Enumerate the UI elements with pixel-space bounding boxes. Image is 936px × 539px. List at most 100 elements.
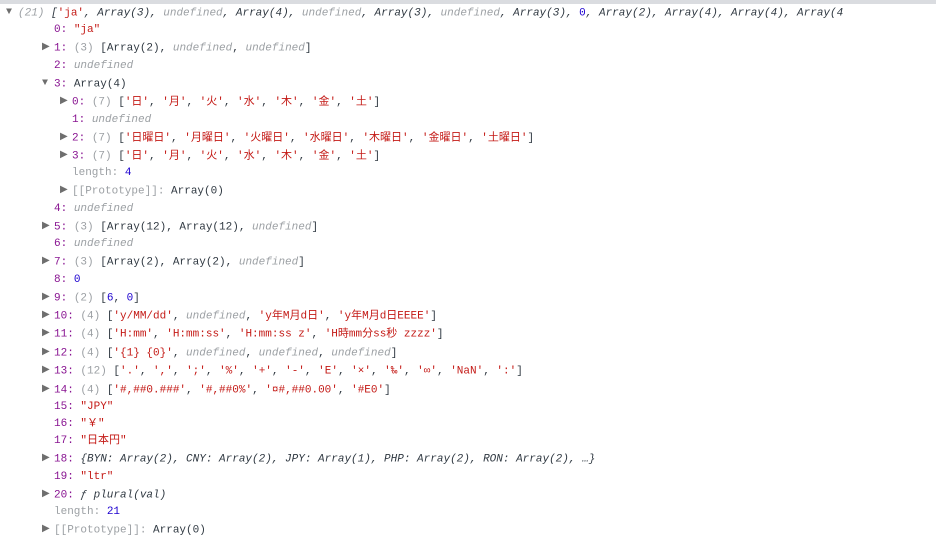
value-fragment: undefined [259, 347, 318, 359]
property-key: 12: [54, 347, 80, 359]
tree-row[interactable]: ▶5: (3) [Array(12), Array(12), undefined… [0, 218, 936, 236]
tree-row[interactable]: ▶3: (7) ['日', '月', '火', '水', '木', '金', '… [0, 147, 936, 165]
value-fragment: '金' [312, 150, 336, 162]
property-key: 0: [72, 97, 92, 109]
value-fragment: '日' [125, 150, 149, 162]
value-fragment: (7) [92, 97, 118, 109]
value-fragment: ] [516, 366, 523, 378]
value-fragment: [Array(2), Array(2), [100, 257, 239, 269]
disclosure-triangle-icon[interactable]: ▶ [42, 362, 52, 379]
value-fragment: , [230, 132, 243, 144]
value-fragment: , [149, 150, 162, 162]
disclosure-triangle-icon[interactable]: ▶ [42, 289, 52, 306]
property-key: 4: [54, 203, 74, 215]
disclosure-triangle-icon[interactable]: ▶ [42, 253, 52, 270]
value-fragment: 0 [74, 274, 81, 286]
value-fragment: 'y年M月d日' [259, 310, 325, 322]
tree-row: 2: undefined [0, 58, 936, 75]
value-fragment: "日本円" [80, 435, 126, 447]
value-fragment: , [318, 347, 331, 359]
disclosure-triangle-icon[interactable]: ▶ [60, 93, 70, 110]
value-fragment: (3) [74, 221, 100, 233]
value-fragment: , [226, 329, 239, 341]
tree-row: 19: "ltr" [0, 469, 936, 486]
disclosure-triangle-icon[interactable]: ▶ [42, 218, 52, 235]
property-key: 8: [54, 274, 74, 286]
value-fragment: , [149, 97, 162, 109]
disclosure-triangle-icon[interactable]: ▼ [42, 75, 52, 92]
tree-row: length: 21 [0, 504, 936, 521]
disclosure-triangle-icon[interactable]: ▶ [42, 325, 52, 342]
tree-row[interactable]: ▶[[Prototype]]: Array(0) [0, 521, 936, 539]
value-fragment: "JPY" [80, 401, 113, 413]
tree-row[interactable]: ▶11: (4) ['H:mm', 'H:mm:ss', 'H:mm:ss z'… [0, 325, 936, 343]
disclosure-triangle-icon[interactable]: ▶ [42, 450, 52, 467]
console-object-tree: ▼(21) ['ja', Array(3), undefined, Array(… [0, 4, 936, 539]
value-fragment: , [186, 150, 199, 162]
property-key: 2: [54, 60, 74, 72]
value-fragment: ';' [186, 366, 206, 378]
property-key: 10: [54, 310, 80, 322]
tree-row[interactable]: ▶7: (3) [Array(2), Array(2), undefined] [0, 253, 936, 271]
disclosure-triangle-icon[interactable]: ▶ [42, 486, 52, 503]
disclosure-triangle-icon[interactable]: ▶ [42, 344, 52, 361]
value-fragment: , [245, 310, 258, 322]
value-fragment: (3) [74, 43, 100, 55]
value-fragment: , [290, 132, 303, 144]
value-fragment: '#,##0%' [199, 384, 252, 396]
value-fragment: undefined [186, 310, 245, 322]
tree-row: 4: undefined [0, 201, 936, 218]
tree-row[interactable]: ▶9: (2) [6, 0] [0, 289, 936, 307]
tree-row[interactable]: ▶2: (7) ['日曜日', '月曜日', '火曜日', '水曜日', '木曜… [0, 129, 936, 147]
disclosure-triangle-icon[interactable]: ▶ [42, 307, 52, 324]
value-fragment: , [336, 150, 349, 162]
tree-row: 0: "ja" [0, 22, 936, 39]
tree-row[interactable]: ▶10: (4) ['y/MM/dd', undefined, 'y年M月d日'… [0, 307, 936, 325]
tree-row[interactable]: ▶20: ƒ plural(val) [0, 486, 936, 504]
tree-row[interactable]: ▶18: {BYN: Array(2), CNY: Array(2), JPY:… [0, 450, 936, 468]
value-fragment: (7) [92, 132, 118, 144]
disclosure-triangle-icon[interactable]: ▼ [6, 4, 16, 21]
value-fragment: , [349, 132, 362, 144]
tree-row[interactable]: ▶13: (12) ['.', ',', ';', '%', '+', '-',… [0, 362, 936, 380]
value-fragment: , [186, 384, 199, 396]
disclosure-triangle-icon[interactable]: ▶ [42, 39, 52, 56]
value-fragment: '{1} {0}' [113, 347, 172, 359]
value-fragment: Array(0) [153, 524, 206, 536]
value-fragment: '∞' [417, 366, 437, 378]
tree-row[interactable]: ▶[[Prototype]]: Array(0) [0, 182, 936, 200]
value-fragment: Array(4) [74, 78, 127, 90]
value-fragment: '木曜日' [362, 132, 408, 144]
disclosure-triangle-icon[interactable]: ▶ [42, 381, 52, 398]
value-fragment: '土曜日' [481, 132, 527, 144]
value-fragment: ] [437, 329, 444, 341]
value-fragment: ] [305, 43, 312, 55]
property-key: 1: [54, 43, 74, 55]
value-fragment: ] [527, 132, 534, 144]
value-fragment: , [173, 366, 186, 378]
value-fragment: , [272, 366, 285, 378]
tree-row[interactable]: ▶0: (7) ['日', '月', '火', '水', '木', '金', '… [0, 93, 936, 111]
tree-row-header[interactable]: ▼(21) ['ja', Array(3), undefined, Array(… [0, 4, 936, 22]
value-fragment: ƒ plural(val) [80, 489, 166, 501]
disclosure-triangle-icon[interactable]: ▶ [60, 182, 70, 199]
value-fragment: (4) [80, 347, 106, 359]
value-fragment: 'y年M月d日EEEE' [338, 310, 430, 322]
tree-row[interactable]: ▶14: (4) ['#,##0.###', '#,##0%', '¤#,##0… [0, 381, 936, 399]
value-fragment: undefined [74, 60, 133, 72]
tree-row[interactable]: ▶12: (4) ['{1} {0}', undefined, undefine… [0, 344, 936, 362]
tree-row[interactable]: ▼3: Array(4) [0, 75, 936, 93]
property-key: length: [72, 167, 125, 179]
tree-row: 17: "日本円" [0, 433, 936, 450]
disclosure-triangle-icon[interactable]: ▶ [42, 521, 52, 538]
disclosure-triangle-icon[interactable]: ▶ [60, 129, 70, 146]
tree-row[interactable]: ▶1: (3) [Array(2), undefined, undefined] [0, 39, 936, 57]
value-fragment: '火' [200, 150, 224, 162]
value-fragment: , [325, 310, 338, 322]
value-fragment: , [336, 97, 349, 109]
disclosure-triangle-icon[interactable]: ▶ [60, 147, 70, 164]
value-fragment: , [171, 132, 184, 144]
value-fragment: '土' [349, 150, 373, 162]
value-fragment: (3) [74, 257, 100, 269]
value-fragment: , [305, 366, 318, 378]
